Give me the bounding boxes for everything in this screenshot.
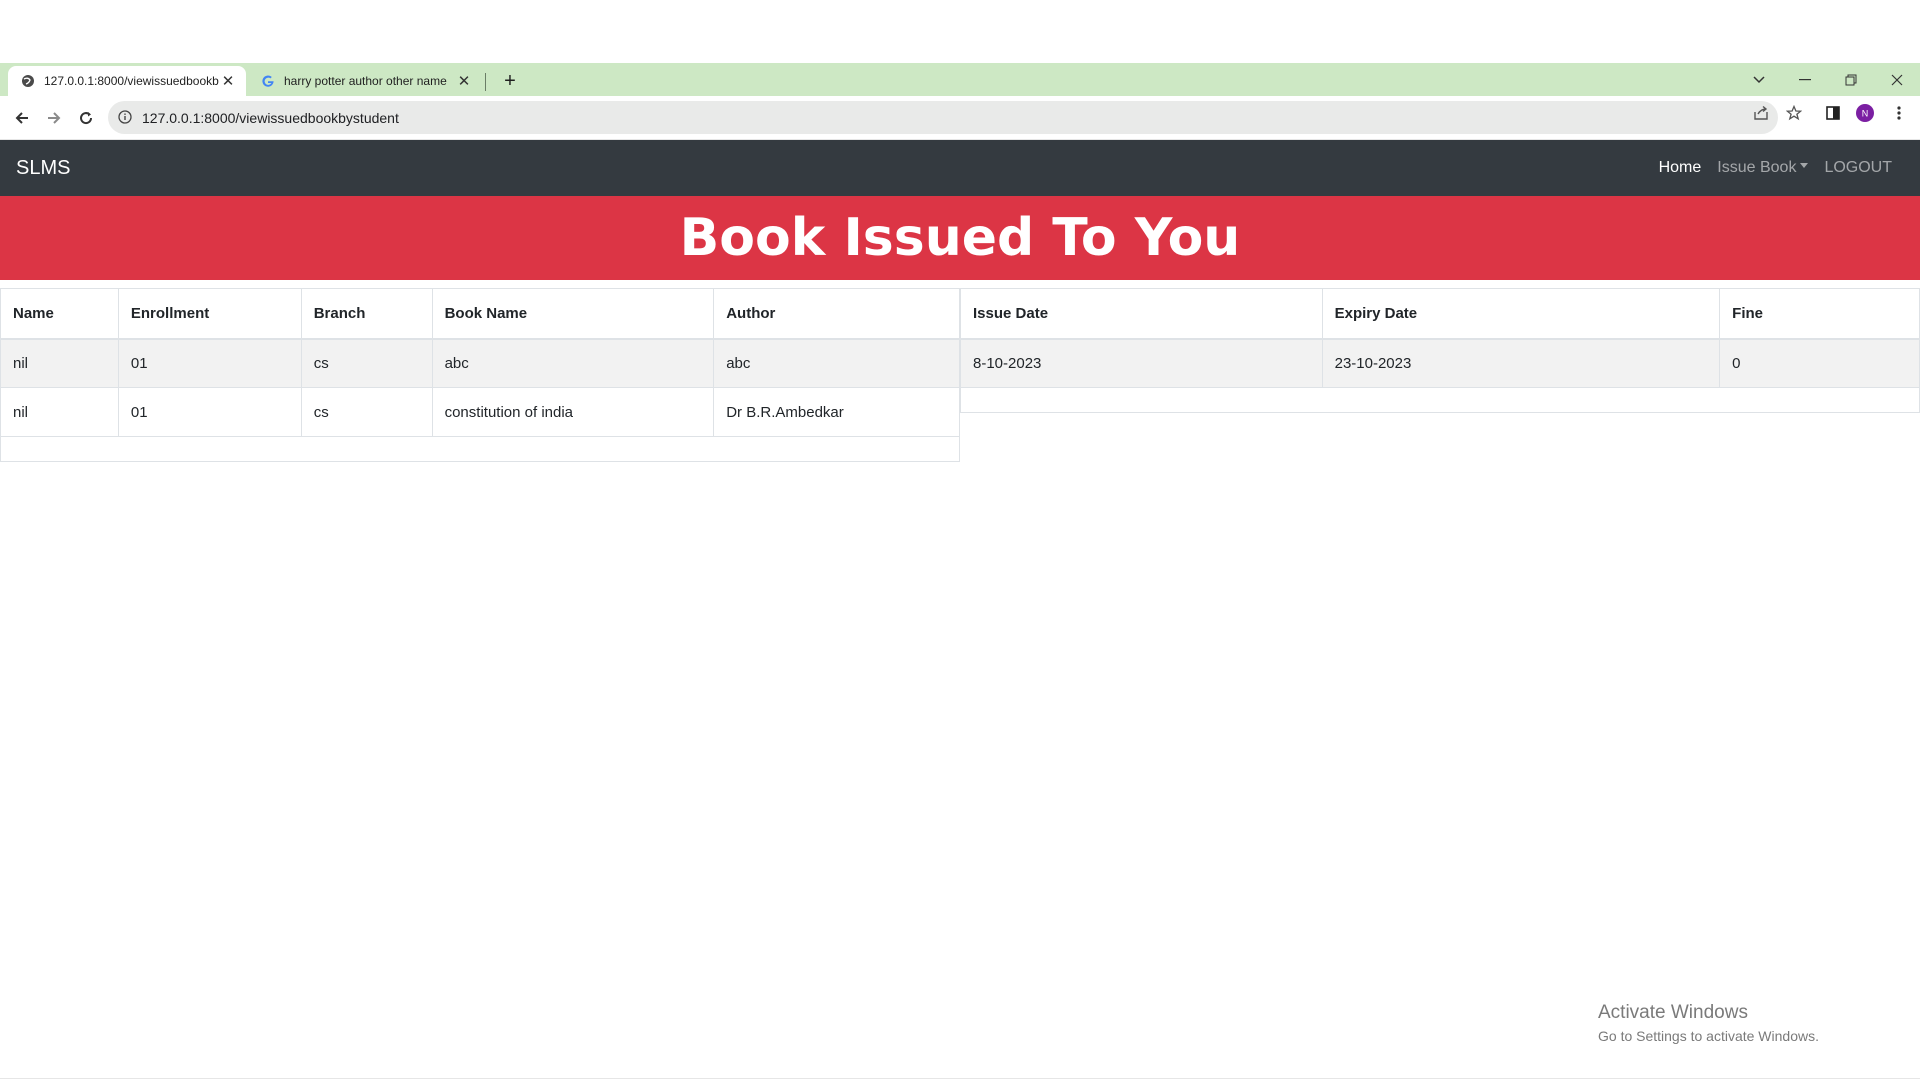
forward-arrow-icon[interactable] [42, 106, 66, 130]
bottom-divider [0, 1078, 1920, 1079]
column-header-expiry-date: Expiry Date [1321, 288, 1721, 340]
column-header-issue-date: Issue Date [960, 288, 1323, 340]
cell-name: nil [0, 387, 119, 437]
close-icon[interactable]: ✕ [456, 73, 472, 90]
browser-toolbar: 127.0.0.1:8000/viewissuedbookbystudent N [0, 96, 1920, 140]
cell-fine: 0 [1719, 338, 1920, 388]
star-icon[interactable] [1785, 104, 1803, 122]
cell-enrollment: 01 [117, 338, 302, 388]
watermark-subtitle: Go to Settings to activate Windows. [1598, 1028, 1819, 1044]
nav-logout-link[interactable]: LOGOUT [1824, 159, 1892, 177]
top-blank-area [0, 0, 1920, 63]
more-menu-icon[interactable] [1890, 104, 1908, 122]
cell-name: nil [0, 338, 119, 388]
tab-inactive[interactable]: harry potter author other name ✕ [252, 66, 482, 96]
watermark-title: Activate Windows [1598, 1002, 1748, 1023]
cell-issue-date: 8-10-2023 [960, 338, 1323, 388]
minimize-icon[interactable] [1782, 63, 1828, 96]
column-header-fine: Fine [1719, 288, 1920, 340]
tab-title: 127.0.0.1:8000/viewissuedbookb [44, 74, 219, 88]
tab-title: harry potter author other name [284, 74, 447, 88]
globe-icon [20, 73, 36, 89]
cell-book-name: constitution of india [431, 387, 715, 437]
table-row: nil 01 cs abc abc [0, 338, 960, 388]
student-books-table: Name Enrollment Branch Book Name Author … [0, 288, 960, 462]
column-header-author: Author [713, 288, 960, 340]
nav-issue-book-label: Issue Book [1717, 159, 1797, 176]
avatar[interactable]: N [1856, 104, 1874, 122]
site-navbar: SLMS Home Issue Book LOGOUT [0, 140, 1920, 196]
issue-details-table: Issue Date Expiry Date Fine 8-10-2023 23… [960, 288, 1920, 413]
side-panel-icon[interactable] [1824, 104, 1842, 122]
cell-enrollment: 01 [117, 387, 302, 437]
cell-book-name: abc [431, 338, 715, 388]
caret-down-icon [1800, 163, 1809, 169]
info-icon[interactable] [118, 109, 134, 126]
page-title: Book Issued To You [679, 208, 1241, 268]
avatar-initial: N [1862, 108, 1869, 118]
column-header-branch: Branch [300, 288, 433, 340]
close-icon[interactable]: ✕ [220, 73, 236, 90]
cell-branch: cs [300, 338, 433, 388]
tab-separator [485, 73, 486, 91]
google-icon [260, 73, 276, 89]
nav-home-link[interactable]: Home [1659, 159, 1702, 177]
back-arrow-icon[interactable] [10, 106, 34, 130]
address-bar[interactable]: 127.0.0.1:8000/viewissuedbookbystudent [108, 101, 1778, 134]
tab-search-icon[interactable] [1736, 63, 1782, 96]
page-banner: Book Issued To You [0, 196, 1920, 280]
cell-branch: cs [300, 387, 433, 437]
column-header-name: Name [0, 288, 119, 340]
nav-links: Home Issue Book LOGOUT [1659, 140, 1892, 196]
nav-issue-book-dropdown[interactable]: Issue Book [1717, 159, 1809, 177]
table-header-row: Name Enrollment Branch Book Name Author [0, 288, 960, 340]
reload-icon[interactable] [74, 106, 98, 130]
table-row: nil 01 cs constitution of india Dr B.R.A… [0, 387, 960, 437]
browser-tab-strip: 127.0.0.1:8000/viewissuedbookb ✕ harry p… [0, 63, 1920, 96]
table-empty-row [0, 436, 960, 462]
address-url: 127.0.0.1:8000/viewissuedbookbystudent [142, 109, 399, 126]
table-row: 8-10-2023 23-10-2023 0 [960, 338, 1920, 388]
cell-author: abc [713, 338, 960, 388]
brand-logo[interactable]: SLMS [16, 157, 70, 180]
share-icon[interactable] [1752, 104, 1770, 122]
cell-author: Dr B.R.Ambedkar [713, 387, 960, 437]
column-header-enrollment: Enrollment [117, 288, 302, 340]
table-header-row: Issue Date Expiry Date Fine [960, 288, 1920, 340]
restore-icon[interactable] [1828, 63, 1874, 96]
new-tab-button[interactable]: + [498, 69, 522, 93]
close-window-icon[interactable] [1874, 63, 1920, 96]
column-header-book-name: Book Name [431, 288, 715, 340]
windows-activation-watermark: Activate Windows Go to Settings to activ… [1598, 1002, 1819, 1044]
cell-expiry-date: 23-10-2023 [1321, 338, 1721, 388]
table-empty-row [960, 387, 1920, 413]
tab-active[interactable]: 127.0.0.1:8000/viewissuedbookb ✕ [8, 66, 246, 96]
